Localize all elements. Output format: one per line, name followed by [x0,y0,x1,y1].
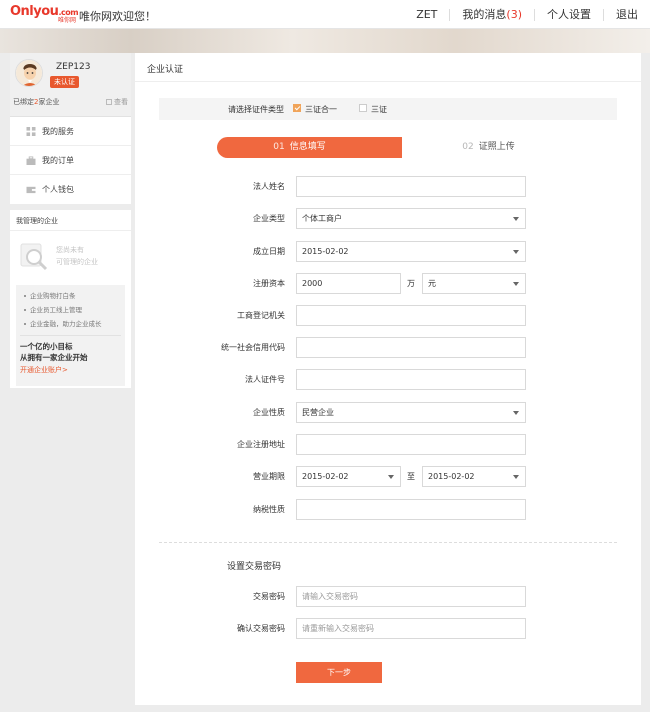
confirm-password-label: 确认交易密码 [237,624,285,633]
benefit-box: 企业购物打白条 企业员工线上管理 企业金融，助力企业成长 一个亿的小目标 从拥有… [16,285,125,386]
benefit-item: 企业员工线上管理 [20,303,121,317]
legal-name-input[interactable] [296,176,526,197]
option-three-in-one[interactable]: 三证合一 [305,104,337,115]
password-label: 交易密码 [253,592,285,601]
row-tax: 纳税性质 [135,499,641,520]
sidebar-item-label: 我的订单 [42,155,74,165]
row-legal-id: 法人证件号 [135,369,641,390]
row-legal-name: 法人姓名 [135,176,641,197]
benefit-item: 企业金融，助力企业成长 [20,317,121,331]
row-established: 成立日期 2015-02-02 [135,241,641,262]
row-registry-authority: 工商登记机关 [135,305,641,326]
nav-settings[interactable]: 个人设置 [534,8,603,21]
tax-label: 纳税性质 [253,505,285,514]
sidebar-item-services[interactable]: 我的服务 [10,117,131,146]
top-nav: ZET 我的消息(3) 个人设置 退出 [404,0,650,29]
row-term: 营业期限 2015-02-02 至 2015-02-02 [135,466,641,487]
view-link[interactable]: 查看 [105,97,128,107]
managed-title: 我管理的企业 [10,210,131,231]
credit-code-label: 统一社会信用代码 [221,343,285,352]
grid-icon [26,126,36,136]
legal-id-label: 法人证件号 [245,375,285,384]
wallet-icon [26,186,36,194]
credit-code-input[interactable] [296,337,526,358]
main-panel: 企业认证 请选择证件类型 三证合一 三证 01 信息填写 02 证照上传 法人姓名 … [135,53,641,705]
sidebar-menu: 我的服务 我的订单 个人钱包 [10,117,131,204]
checkbox-three-in-one[interactable] [293,104,301,112]
open-business-account-link[interactable]: 开通企业账户> [16,363,125,375]
page-title: 企业认证 [135,53,641,82]
step-2: 02 证照上传 [462,142,515,152]
header-banner [0,29,650,53]
row-credit-code: 统一社会信用代码 [135,337,641,358]
term-label: 营业期限 [253,472,285,481]
sidebar-item-wallet[interactable]: 个人钱包 [10,175,131,204]
term-start-select[interactable]: 2015-02-02 [296,466,401,487]
row-nature: 企业性质 民营企业 [135,402,641,423]
legal-name-label: 法人姓名 [253,182,285,191]
option-three-certs[interactable]: 三证 [371,104,387,115]
nav-username[interactable]: ZET [404,8,449,21]
step-arrow [387,137,402,158]
registry-authority-input[interactable] [296,305,526,326]
term-separator: 至 [407,472,415,481]
welcome-text: 唯你网欢迎您！ [79,10,156,23]
company-type-select[interactable]: 个体工商户 [296,208,526,229]
managed-companies-panel: 我管理的企业 您尚未有 可管理的企业 企业购物打白条 企业员工线上管理 企业金融… [10,210,131,388]
benefit-item: 企业购物打白条 [20,289,121,303]
sidebar-item-orders[interactable]: 我的订单 [10,146,131,175]
sidebar-item-label: 我的服务 [42,126,74,136]
site-logo[interactable]: Onlyou.com 唯你网 [10,5,79,24]
bound-companies: 已绑定2家企业 [13,98,60,106]
row-password: 交易密码 请输入交易密码 [135,586,641,607]
id-type-label: 请选择证件类型 [228,104,284,114]
profile-card: ZEP123 未认证 已绑定2家企业 查看 [10,53,131,117]
status-badge[interactable]: 未认证 [50,76,79,88]
confirm-password-input[interactable]: 请重新输入交易密码 [296,618,526,639]
nav-messages[interactable]: 我的消息(3) [449,7,534,21]
legal-id-input[interactable] [296,369,526,390]
checkbox-three-certs[interactable] [359,104,367,112]
id-type-selector: 请选择证件类型 三证合一 三证 [159,98,617,120]
row-confirm-password: 确认交易密码 请重新输入交易密码 [135,618,641,639]
term-end-select[interactable]: 2015-02-02 [422,466,526,487]
nature-select[interactable]: 民营企业 [296,402,526,423]
tax-input[interactable] [296,499,526,520]
established-date-select[interactable]: 2015-02-02 [296,241,526,262]
goal-text: 一个亿的小目标 从拥有一家企业开始 [20,342,88,362]
next-button[interactable]: 下一步 [296,662,382,683]
registry-authority-label: 工商登记机关 [237,311,285,320]
avatar[interactable] [15,59,43,87]
message-count: (3) [506,7,522,21]
empty-message: 您尚未有 可管理的企业 [56,246,98,266]
nav-logout[interactable]: 退出 [603,8,650,21]
password-section-title: 设置交易密码 [227,562,282,572]
magnifier-empty-icon [20,243,48,271]
currency-select[interactable]: 元 [422,273,526,294]
logo-subtitle: 唯你网 [58,17,77,24]
nature-label: 企业性质 [253,408,285,417]
password-input[interactable]: 请输入交易密码 [296,586,526,607]
address-input[interactable] [296,434,526,455]
sidebar: ZEP123 未认证 已绑定2家企业 查看 我的服务 我的订单 个人钱包 我管理… [10,53,131,388]
row-capital: 注册资本 2000 万 元 [135,273,641,294]
row-company-type: 企业类型 个体工商户 [135,208,641,229]
company-type-label: 企业类型 [253,214,285,223]
sidebar-item-label: 个人钱包 [42,185,74,194]
view-icon [105,99,112,105]
established-label: 成立日期 [253,247,285,256]
capital-label: 注册资本 [253,279,285,288]
capital-input[interactable]: 2000 [296,273,401,294]
section-divider [159,542,617,543]
address-label: 企业注册地址 [237,440,285,449]
row-address: 企业注册地址 [135,434,641,455]
step-progress: 01 信息填写 02 证照上传 [217,137,560,158]
username: ZEP123 [56,62,91,72]
capital-unit: 万 [407,279,415,288]
top-header: Onlyou.com 唯你网 唯你网欢迎您！ ZET 我的消息(3) 个人设置 … [0,0,650,29]
briefcase-icon [26,155,36,165]
step-1-active: 01 信息填写 [217,137,402,158]
